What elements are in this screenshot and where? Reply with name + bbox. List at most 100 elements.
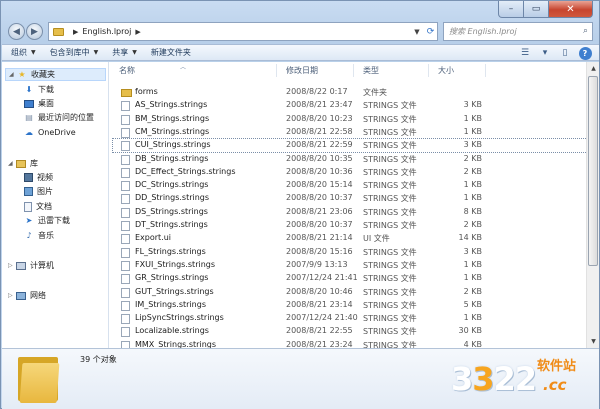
sidebar-item-documents[interactable]: 文档 [24, 201, 52, 212]
computer-icon [16, 261, 26, 270]
file-icon [121, 207, 130, 218]
sidebar-item-network[interactable]: ▷ 网络 [8, 290, 46, 301]
file-row[interactable]: GUT_Strings.strings 2008/8/20 10:46 STRING… [113, 286, 593, 299]
file-row[interactable]: CM_Strings.strings 2008/8/21 22:58 STRINGS… [113, 126, 593, 139]
expand-chevron-icon[interactable]: ▷ [8, 262, 16, 269]
sidebar-item-desktop[interactable]: 桌面 [24, 98, 54, 109]
scrollbar-thumb[interactable] [588, 76, 598, 266]
file-row[interactable]: DT_Strings.strings 2008/8/20 10:37 STRINGS… [113, 219, 593, 232]
file-icon [121, 194, 130, 205]
file-size: 1 KB [463, 193, 482, 203]
sidebar-item-downloads[interactable]: ⬇ 下载 [24, 84, 54, 95]
cloud-icon: ☁ [25, 127, 33, 137]
file-row[interactable]: DC_Strings.strings 2008/8/20 15:14 STRINGS… [113, 179, 593, 192]
organize-button[interactable]: 组织 ▼ [11, 47, 36, 58]
preview-pane-icon[interactable]: ▯ [557, 46, 573, 60]
sidebar-item-onedrive[interactable]: ☁ OneDrive [24, 127, 76, 137]
sidebar-item-label: 最近访问的位置 [38, 113, 94, 122]
back-button[interactable]: ◀ [8, 23, 25, 40]
file-row[interactable]: Export.ui 2008/8/21 21:14 UI 文件 14 KB [113, 232, 593, 245]
minimize-button[interactable]: – [498, 1, 524, 18]
file-row[interactable]: GR_Strings.strings 2007/12/24 21:41 STRING… [113, 272, 593, 285]
sidebar-item-libraries[interactable]: ◢ 库 [8, 158, 38, 169]
column-header-label: 类型 [363, 66, 379, 75]
file-row[interactable]: AS_Strings.strings 2008/8/21 23:47 STRINGS… [113, 99, 593, 112]
new-folder-button[interactable]: 新建文件夹 [151, 47, 191, 58]
file-size: 2 KB [463, 166, 482, 176]
sidebar-item-computer[interactable]: ▷ 计算机 [8, 260, 54, 271]
view-options-icon[interactable]: ☰ [517, 46, 533, 60]
column-header-date[interactable]: 修改日期 [277, 62, 352, 79]
expand-chevron-icon[interactable]: ▷ [8, 292, 16, 299]
sidebar-item-recent[interactable]: ▤ 最近访问的位置 [24, 112, 94, 123]
file-row[interactable]: DS_Strings.strings 2008/8/21 23:06 STRINGS… [113, 206, 593, 219]
column-divider[interactable] [485, 64, 486, 77]
file-size: 8 KB [463, 206, 482, 216]
file-row[interactable]: IM_Strings.strings 2008/8/21 23:14 STRINGS… [113, 299, 593, 312]
include-in-library-button[interactable]: 包含到库中 ▼ [50, 47, 99, 58]
file-date: 2008/8/21 22:58 [286, 126, 353, 136]
sidebar-item-favorites[interactable]: ◢ ★ 收藏夹 [5, 68, 106, 81]
file-size: 1 KB [463, 180, 482, 190]
breadcrumb-chevron-icon[interactable]: ▶ [135, 28, 140, 36]
file-row[interactable]: FL_Strings.strings 2008/8/20 15:16 STRINGS… [113, 246, 593, 259]
file-icon [121, 114, 130, 125]
file-name: LipSyncStrings.strings [135, 313, 224, 323]
close-button[interactable]: ✕ [549, 1, 593, 18]
sidebar-item-thunder[interactable]: ➤ 迅雷下载 [24, 215, 70, 226]
file-type: STRINGS 文件 [363, 247, 417, 257]
address-bar[interactable]: ▶ English.lproj ▶ [48, 22, 438, 41]
file-date: 2008/8/21 22:55 [286, 326, 353, 336]
maximize-button[interactable]: ▭ [524, 1, 549, 18]
expand-chevron-icon[interactable]: ◢ [8, 160, 16, 167]
file-row[interactable]: FXUI_Strings.strings 2007/9/9 13:13 STRING… [113, 259, 593, 272]
column-header-name[interactable]: 名称 [110, 62, 275, 79]
address-history-dropdown[interactable]: ▼ [411, 23, 423, 40]
sidebar-item-videos[interactable]: 视频 [24, 172, 53, 183]
file-row[interactable]: DD_Strings.strings 2008/8/20 10:37 STRINGS… [113, 192, 593, 205]
column-header-label: 修改日期 [286, 66, 318, 75]
scroll-up-button[interactable]: ▲ [587, 62, 600, 75]
file-row[interactable]: CUI_Strings.strings 2008/8/21 22:59 STRING… [112, 138, 594, 154]
content-area: ◢ ★ 收藏夹 ⬇ 下载 桌面 ▤ 最近访问的位置 ☁ OneDrive ◢ 库… [2, 62, 599, 351]
share-button[interactable]: 共享 ▼ [112, 47, 137, 58]
file-row[interactable]: BM_Strings.strings 2008/8/20 10:23 STRINGS… [113, 113, 593, 126]
vertical-scrollbar[interactable]: ▲ ▼ [586, 62, 599, 348]
sidebar-item-pictures[interactable]: 图片 [24, 186, 53, 197]
file-row[interactable]: forms 2008/8/22 0:17 文件夹 [113, 86, 593, 99]
file-row[interactable]: DC_Effect_Strings.strings 2008/8/20 10:36… [113, 166, 593, 179]
file-row[interactable]: DB_Strings.strings 2008/8/20 10:35 STRINGS… [113, 153, 593, 166]
column-header-type[interactable]: 类型 [354, 62, 427, 79]
file-type: 文件夹 [363, 88, 387, 97]
file-icon [121, 274, 130, 285]
forward-button[interactable]: ▶ [26, 23, 43, 40]
expand-chevron-icon[interactable]: ◢ [9, 71, 17, 78]
watermark-digits: 3322 [451, 360, 537, 398]
refresh-button[interactable]: ⟳ [424, 23, 437, 40]
sidebar-item-label: 库 [30, 159, 38, 168]
scroll-down-button[interactable]: ▼ [587, 335, 600, 348]
file-type: STRINGS 文件 [363, 207, 417, 217]
sidebar-item-label: OneDrive [38, 127, 76, 137]
breadcrumb-english-lproj[interactable]: English.lproj [82, 27, 131, 36]
explorer-window: – ▭ ✕ ◀ ▶ ▶ English.lproj ▶ ▼ ⟳ 搜索 Engli… [0, 0, 600, 409]
file-row[interactable]: LipSyncStrings.strings 2007/12/24 21:40 ST… [113, 312, 593, 325]
breadcrumb-chevron-icon[interactable]: ▶ [73, 28, 78, 36]
chevron-down-icon[interactable]: ▾ [537, 46, 553, 60]
refresh-icon: ⟳ [426, 26, 435, 37]
chevron-down-icon: ▼ [132, 49, 137, 56]
file-icon [121, 314, 130, 325]
sidebar-item-label: 视频 [37, 173, 53, 182]
star-icon: ★ [18, 70, 26, 79]
file-date: 2008/8/21 22:59 [286, 140, 353, 150]
search-input[interactable]: 搜索 English.lproj ⌕ [443, 22, 593, 41]
chevron-down-icon: ▼ [591, 338, 596, 345]
help-button[interactable]: ? [577, 46, 593, 60]
file-row[interactable]: Localizable.strings 2008/8/21 22:55 STRING… [113, 325, 593, 338]
sidebar-item-music[interactable]: ♪ 音乐 [24, 230, 54, 241]
include-in-library-label: 包含到库中 [49, 48, 90, 57]
search-icon[interactable]: ⌕ [583, 26, 588, 36]
file-name: IM_Strings.strings [135, 299, 206, 309]
column-header-size[interactable]: 大小 [429, 62, 484, 79]
file-size: 1 KB [463, 113, 482, 123]
